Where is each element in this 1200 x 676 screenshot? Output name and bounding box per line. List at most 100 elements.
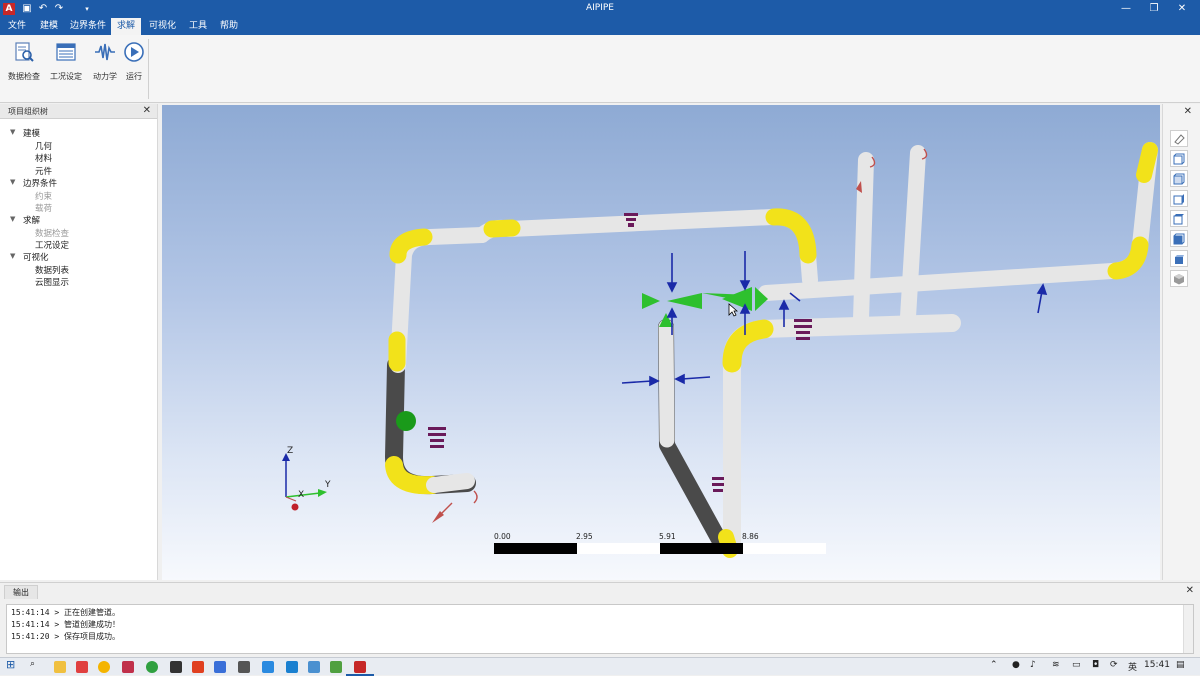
volume-icon[interactable]: ♪: [1030, 660, 1036, 670]
elbow: [483, 219, 521, 238]
expand-icon[interactable]: ▼: [10, 215, 15, 223]
ribbon-separator: [148, 39, 149, 99]
view-top-icon: [1173, 233, 1185, 245]
log-line: 15:41:14 > 管道创建成功！: [11, 620, 120, 629]
minimize-button[interactable]: —: [1112, 0, 1140, 18]
app-icon[interactable]: [122, 661, 134, 673]
axis-triad: [282, 453, 327, 511]
expand-icon[interactable]: ▼: [10, 128, 15, 136]
app-tray-icon[interactable]: ◘: [1092, 660, 1099, 670]
view-right-button[interactable]: [1170, 210, 1188, 227]
pipe-segment-long: [758, 142, 1158, 301]
file-explorer-icon[interactable]: [54, 661, 66, 673]
tree-item-data-list[interactable]: 数据列表: [35, 264, 69, 276]
windows-start-icon[interactable]: ⊞: [6, 658, 15, 671]
eraser-button[interactable]: [1170, 130, 1188, 147]
3d-viewport[interactable]: Z X Y 0.00 2.95 5.91 8.86: [162, 105, 1160, 580]
restore-button[interactable]: ❐: [1140, 0, 1168, 18]
tree-item-modeling[interactable]: 建模: [23, 127, 40, 139]
log-scrollbar[interactable]: [1183, 605, 1193, 653]
dynamics-button[interactable]: 动力学: [90, 41, 120, 97]
app-icon[interactable]: [76, 661, 88, 673]
chrome-icon[interactable]: [98, 661, 110, 673]
app-icon[interactable]: [146, 661, 158, 673]
output-tab[interactable]: 输出: [4, 585, 38, 599]
tree-item-data-check[interactable]: 数据检查: [35, 227, 69, 239]
view-left-icon: [1173, 194, 1184, 205]
menu-solve[interactable]: 求解: [111, 18, 142, 35]
menu-file[interactable]: 文件: [2, 18, 32, 35]
menu-modeling[interactable]: 建模: [34, 18, 64, 35]
menu-bar: 文件 建模 边界条件 求解 可视化 工具 帮助: [0, 18, 1200, 35]
project-tree-title: 项目组织树: [8, 107, 48, 116]
view-left-button[interactable]: [1170, 190, 1188, 207]
menu-help[interactable]: 帮助: [214, 18, 244, 35]
pipe-segment: [658, 319, 675, 448]
log-line: 15:41:14 > 正在创建管道。: [11, 608, 120, 617]
tree-item-material[interactable]: 材料: [35, 152, 52, 164]
sync-icon[interactable]: ⟳: [1110, 660, 1118, 670]
elbow: [722, 319, 774, 373]
notification-icon[interactable]: ▤: [1176, 660, 1185, 670]
terminal-icon[interactable]: [170, 661, 182, 673]
app-icon[interactable]: [286, 661, 298, 673]
microphone-icon[interactable]: ●: [1012, 660, 1020, 670]
data-check-label: 数据检查: [8, 72, 40, 81]
tree-item-solve[interactable]: 求解: [23, 214, 40, 226]
app-icon[interactable]: [330, 661, 342, 673]
close-icon[interactable]: ✕: [1186, 585, 1194, 596]
view-back-button[interactable]: [1170, 170, 1188, 187]
window-title: AIPIPE: [585, 3, 614, 13]
dynamics-icon: [95, 43, 115, 61]
axis-z-label: Z: [287, 446, 294, 456]
tree-item-constraint[interactable]: 约束: [35, 190, 52, 202]
menu-boundary[interactable]: 边界条件: [64, 18, 112, 35]
expand-icon[interactable]: ▼: [10, 252, 15, 260]
aipipe-taskbar-icon[interactable]: [354, 661, 366, 673]
search-icon[interactable]: ⌕: [30, 659, 35, 669]
app-icon[interactable]: [214, 661, 226, 673]
app-icon[interactable]: [262, 661, 274, 673]
run-button[interactable]: 运行: [123, 41, 145, 97]
pipe-segment-top: [474, 208, 818, 288]
view-front-button[interactable]: [1170, 150, 1188, 167]
close-icon[interactable]: ✕: [1184, 106, 1192, 117]
load-case-label: 工况设定: [50, 72, 82, 81]
tree-item-geometry[interactable]: 几何: [35, 140, 52, 152]
menu-visualize[interactable]: 可视化: [143, 18, 182, 35]
elbow: [765, 208, 817, 264]
view-bottom-button[interactable]: [1170, 250, 1188, 267]
expand-icon[interactable]: ▼: [10, 178, 15, 186]
load-case-button[interactable]: 工况设定: [48, 41, 84, 97]
tree-item-element[interactable]: 元件: [35, 165, 52, 177]
wps-icon[interactable]: [192, 661, 204, 673]
tree-item-load-case[interactable]: 工况设定: [35, 239, 69, 251]
battery-icon[interactable]: ▭: [1072, 660, 1081, 670]
app-icon[interactable]: [308, 661, 320, 673]
menu-tools[interactable]: 工具: [183, 18, 213, 35]
load-case-icon: [56, 43, 76, 61]
clock[interactable]: 15:41: [1144, 660, 1170, 670]
tray-expand-icon[interactable]: ⌃: [990, 660, 998, 670]
axis-y-label: Y: [325, 480, 331, 490]
scale-label: 2.95: [576, 532, 593, 541]
network-icon[interactable]: ≋: [1052, 660, 1060, 670]
tree-item-boundary[interactable]: 边界条件: [23, 177, 57, 189]
tree-item-visualize[interactable]: 可视化: [23, 251, 49, 263]
tree-item-contour[interactable]: 云图显示: [35, 276, 69, 288]
mouse-cursor-icon: [728, 303, 738, 317]
view-iso-button[interactable]: [1170, 270, 1188, 287]
app-icon[interactable]: [238, 661, 250, 673]
view-top-button[interactable]: [1170, 230, 1188, 247]
tree-item-load[interactable]: 载荷: [35, 202, 52, 214]
elbow: [1136, 142, 1158, 183]
run-icon: [124, 42, 144, 62]
close-button[interactable]: ✕: [1168, 0, 1196, 18]
dynamics-label: 动力学: [93, 72, 117, 81]
close-icon[interactable]: ✕: [143, 105, 151, 116]
pipe-segment: [390, 227, 490, 373]
ime-indicator[interactable]: 英: [1128, 660, 1137, 673]
scale-label: 0.00: [494, 532, 511, 541]
data-check-button[interactable]: 数据检查: [6, 41, 42, 97]
output-log[interactable]: 15:41:14 > 正在创建管道。 15:41:14 > 管道创建成功！ 15…: [6, 604, 1194, 654]
